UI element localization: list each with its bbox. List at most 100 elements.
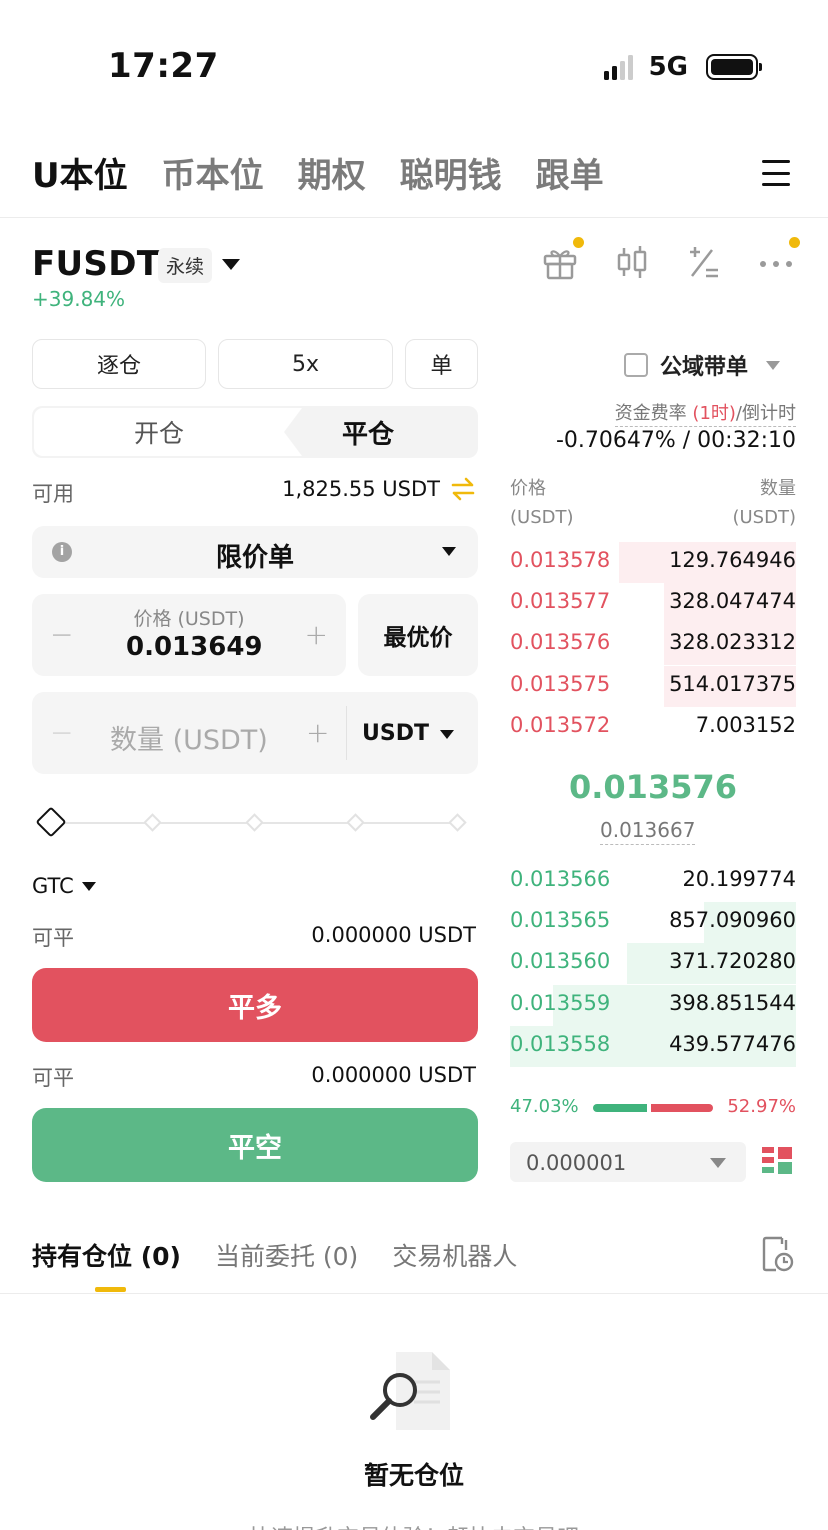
ask-row[interactable]: 0.013572 7.003152 <box>510 707 796 745</box>
bid-price[interactable]: 0.013559 <box>510 991 610 1015</box>
tab-u-margined[interactable]: U本位 <box>32 148 128 197</box>
bid-row[interactable]: 0.013565 857.090960 <box>510 902 796 944</box>
tab-open-position[interactable]: 开仓 <box>34 408 284 456</box>
price-increment-button[interactable]: + <box>305 618 328 651</box>
bid-quantity[interactable]: 371.720280 <box>669 949 796 973</box>
chevron-down-icon <box>710 1158 726 1168</box>
leverage-button[interactable]: 5x <box>218 339 393 389</box>
quantity-input[interactable]: − 数量 (USDT) + USDT <box>32 692 478 774</box>
quantity-placeholder[interactable]: 数量 (USDT) <box>110 718 268 757</box>
slider-thumb[interactable] <box>35 806 67 838</box>
calculator-icon[interactable] <box>686 242 722 282</box>
signal-icon <box>603 54 633 80</box>
contract-type-badge: 永续 <box>158 248 213 283</box>
bid-row[interactable]: 0.013560 371.720280 <box>510 943 796 985</box>
bid-row[interactable]: 0.013566 20.199774 <box>510 861 796 899</box>
ask-quantity[interactable]: 328.047474 <box>669 589 796 613</box>
quantity-decrement-button[interactable]: − <box>50 716 73 749</box>
chevron-down-icon <box>442 547 456 556</box>
best-price-button[interactable]: 最优价 <box>358 594 478 676</box>
price-change: +39.84% <box>32 287 126 311</box>
bid-quantity[interactable]: 857.090960 <box>669 908 796 932</box>
header-divider <box>0 217 828 218</box>
bid-row[interactable]: 0.013558 439.577476 <box>510 1025 796 1067</box>
precision-value: 0.000001 <box>526 1151 627 1175</box>
tab-close-position[interactable]: 平仓 <box>258 406 478 458</box>
margin-mode-button[interactable]: 逐仓 <box>32 339 206 389</box>
symbol-dropdown-icon[interactable] <box>222 259 240 270</box>
position-tabs: 持有仓位 (0) 当前委托 (0) 交易机器人 <box>32 1237 517 1273</box>
price-value[interactable]: 0.013649 <box>126 632 263 662</box>
price-label: 价格 (USDT) <box>133 608 245 630</box>
buy-ratio-bar <box>593 1104 647 1112</box>
transfer-icon[interactable] <box>450 477 476 501</box>
time-in-force-select[interactable]: GTC <box>32 874 96 898</box>
ask-row[interactable]: 0.013575 514.017375 <box>510 665 796 707</box>
tab-coin-margined[interactable]: 币本位 <box>162 148 264 197</box>
ask-quantity[interactable]: 514.017375 <box>669 672 796 696</box>
bid-price[interactable]: 0.013565 <box>510 908 610 932</box>
ask-price[interactable]: 0.013577 <box>510 589 610 613</box>
ask-price[interactable]: 0.013572 <box>510 713 610 737</box>
history-icon[interactable] <box>762 1236 794 1272</box>
ask-price[interactable]: 0.013576 <box>510 630 610 654</box>
ask-row[interactable]: 0.013576 328.023312 <box>510 624 796 666</box>
more-icon[interactable] <box>758 237 800 282</box>
quantity-increment-button[interactable]: + <box>306 716 329 749</box>
bid-quantity[interactable]: 398.851544 <box>669 991 796 1015</box>
quantity-unit-select[interactable]: USDT <box>362 721 429 746</box>
slider-step-50[interactable] <box>245 813 264 832</box>
status-indicators: 5G <box>603 52 762 82</box>
chevron-down-icon[interactable] <box>766 360 781 370</box>
close-long-button[interactable]: 平多 <box>32 968 478 1042</box>
tab-trading-bots[interactable]: 交易机器人 <box>392 1237 517 1273</box>
ask-row[interactable]: 0.013578 129.764946 <box>510 542 796 583</box>
bid-quantity[interactable]: 439.577476 <box>669 1032 796 1056</box>
ask-quantity[interactable]: 328.023312 <box>669 630 796 654</box>
order-type-select[interactable]: i 限价单 <box>32 526 478 578</box>
copy-trade-option[interactable]: 公域带单 <box>624 349 781 381</box>
empty-state-subtitle: 快速提升交易体验！赶快去交易吧 <box>0 1520 828 1530</box>
orderbook-layout-icon[interactable] <box>760 1144 794 1180</box>
orderbook-price-header: 价格 (USDT) <box>510 478 574 528</box>
symbol-name[interactable]: FUSDT <box>32 244 160 284</box>
chevron-down-icon[interactable] <box>440 730 454 739</box>
ask-price[interactable]: 0.013578 <box>510 548 610 572</box>
copy-trade-checkbox[interactable] <box>624 353 648 377</box>
ask-quantity[interactable]: 129.764946 <box>669 548 796 572</box>
candlestick-chart-icon[interactable] <box>614 242 650 282</box>
tab-open-orders[interactable]: 当前委托 (0) <box>215 1237 358 1273</box>
slider-step-75[interactable] <box>346 813 365 832</box>
ask-row[interactable]: 0.013577 328.047474 <box>510 583 796 625</box>
bid-price[interactable]: 0.013558 <box>510 1032 610 1056</box>
slider-step-100[interactable] <box>448 813 467 832</box>
tab-copy-trading[interactable]: 跟单 <box>536 148 604 197</box>
tab-options[interactable]: 期权 <box>298 148 366 197</box>
orderbook-qty-header: 数量 (USDT) <box>732 478 796 528</box>
tab-smart-money[interactable]: 聪明钱 <box>400 148 502 197</box>
tab-positions[interactable]: 持有仓位 (0) <box>32 1237 181 1273</box>
sell-ratio-bar <box>651 1104 713 1112</box>
mark-price[interactable]: 0.013667 <box>600 818 696 845</box>
last-price: 0.013576 <box>568 768 737 806</box>
bid-quantity[interactable]: 20.199774 <box>682 867 796 891</box>
buy-ratio: 47.03% <box>510 1096 579 1117</box>
ask-price[interactable]: 0.013575 <box>510 672 610 696</box>
position-mode-button[interactable]: 单 <box>405 339 478 389</box>
sell-ratio: 52.97% <box>727 1096 796 1117</box>
slider-step-25[interactable] <box>143 813 162 832</box>
available-row: 1,825.55 USDT <box>282 477 476 501</box>
ask-quantity[interactable]: 7.003152 <box>696 713 796 737</box>
unit-divider <box>346 706 347 760</box>
time-in-force-label: GTC <box>32 874 74 898</box>
price-input[interactable]: − 价格 (USDT) 0.013649 + <box>32 594 346 676</box>
gift-icon[interactable] <box>542 237 584 282</box>
status-time: 17:27 <box>108 46 219 86</box>
bid-price[interactable]: 0.013560 <box>510 949 610 973</box>
funding-rate-label[interactable]: 资金费率 (1时)/倒计时 <box>614 399 796 427</box>
bid-price[interactable]: 0.013566 <box>510 867 610 891</box>
bid-row[interactable]: 0.013559 398.851544 <box>510 984 796 1026</box>
menu-icon[interactable] <box>762 160 790 186</box>
precision-select[interactable]: 0.000001 <box>510 1142 746 1182</box>
close-short-button[interactable]: 平空 <box>32 1108 478 1182</box>
